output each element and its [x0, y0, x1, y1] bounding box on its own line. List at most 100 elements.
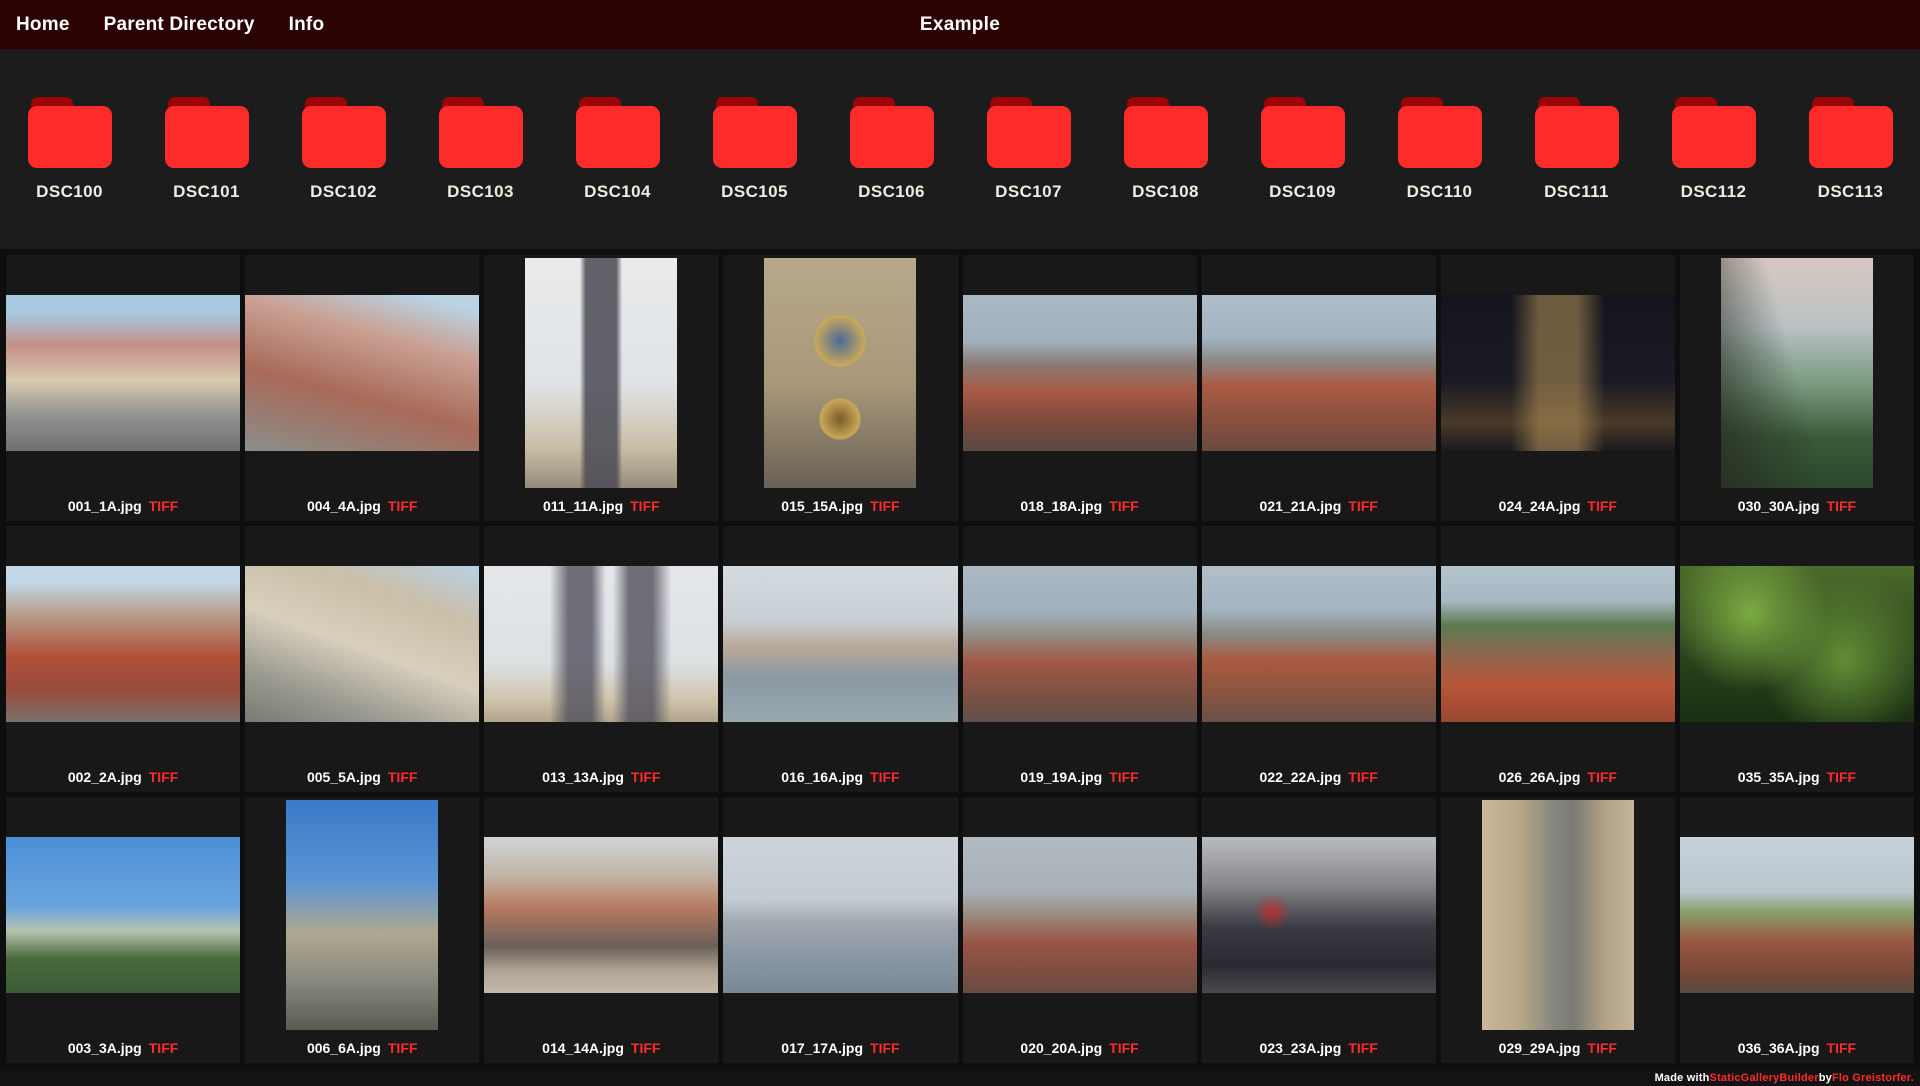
folder-item-dsc105[interactable]: DSC105 — [686, 96, 823, 202]
thumbnail-image[interactable] — [484, 837, 719, 993]
tiff-link[interactable]: TIFF — [631, 1040, 661, 1056]
tiff-link[interactable]: TIFF — [1109, 769, 1139, 785]
image-filename-link[interactable]: 029_29A.jpg — [1499, 1040, 1581, 1056]
image-filename-link[interactable]: 022_22A.jpg — [1260, 769, 1342, 785]
folder-item-dsc113[interactable]: DSC113 — [1782, 96, 1919, 202]
thumbnail-image[interactable] — [723, 566, 958, 722]
tiff-link[interactable]: TIFF — [1109, 1040, 1139, 1056]
thumbnail-cell: 011_11A.jpg TIFF — [484, 255, 719, 521]
thumbnail-image[interactable] — [1720, 258, 1873, 488]
tiff-link[interactable]: TIFF — [1587, 498, 1617, 514]
thumbnail-image[interactable] — [245, 566, 480, 722]
image-filename-link[interactable]: 016_16A.jpg — [781, 769, 863, 785]
folder-item-dsc112[interactable]: DSC112 — [1645, 96, 1782, 202]
tiff-link[interactable]: TIFF — [149, 769, 179, 785]
thumbnail-image[interactable] — [1201, 837, 1436, 993]
folder-icon — [438, 96, 523, 168]
thumbnail-image[interactable] — [6, 837, 241, 993]
thumbnail-image[interactable] — [962, 566, 1197, 722]
thumbnail-image[interactable] — [6, 566, 241, 722]
tiff-link[interactable]: TIFF — [870, 769, 900, 785]
folder-item-dsc100[interactable]: DSC100 — [1, 96, 138, 202]
thumbnail-image[interactable] — [1201, 295, 1436, 451]
tiff-link[interactable]: TIFF — [388, 769, 418, 785]
thumbnail-image[interactable] — [1481, 800, 1634, 1030]
image-filename-link[interactable]: 035_35A.jpg — [1738, 769, 1820, 785]
folder-item-dsc107[interactable]: DSC107 — [960, 96, 1097, 202]
tiff-link[interactable]: TIFF — [1109, 498, 1139, 514]
thumbnail-photo-area — [1679, 526, 1914, 762]
thumbnail-caption: 004_4A.jpg TIFF — [245, 491, 479, 521]
tiff-link[interactable]: TIFF — [1827, 769, 1857, 785]
tiff-link[interactable]: TIFF — [388, 1040, 418, 1056]
folder-icon — [849, 96, 934, 168]
image-filename-link[interactable]: 015_15A.jpg — [781, 498, 863, 514]
thumbnail-image[interactable] — [962, 295, 1197, 451]
image-filename-link[interactable]: 019_19A.jpg — [1020, 769, 1102, 785]
tiff-link[interactable]: TIFF — [631, 769, 661, 785]
image-filename-link[interactable]: 011_11A.jpg — [543, 498, 623, 514]
thumbnail-image[interactable] — [1201, 566, 1436, 722]
tiff-link[interactable]: TIFF — [149, 1040, 179, 1056]
image-filename-link[interactable]: 005_5A.jpg — [307, 769, 381, 785]
folder-item-dsc103[interactable]: DSC103 — [412, 96, 549, 202]
image-filename-link[interactable]: 013_13A.jpg — [542, 769, 624, 785]
thumbnail-photo-area — [6, 526, 241, 762]
image-filename-link[interactable]: 006_6A.jpg — [307, 1040, 381, 1056]
tiff-link[interactable]: TIFF — [1348, 769, 1378, 785]
image-filename-link[interactable]: 023_23A.jpg — [1260, 1040, 1342, 1056]
image-filename-link[interactable]: 003_3A.jpg — [68, 1040, 142, 1056]
tiff-link[interactable]: TIFF — [1348, 1040, 1378, 1056]
tiff-link[interactable]: TIFF — [1348, 498, 1378, 514]
thumbnail-image[interactable] — [764, 258, 917, 488]
nav-link-info[interactable]: Info — [289, 14, 325, 36]
nav-link-parent-directory[interactable]: Parent Directory — [104, 14, 255, 36]
folder-item-dsc106[interactable]: DSC106 — [823, 96, 960, 202]
image-filename-link[interactable]: 018_18A.jpg — [1020, 498, 1102, 514]
folder-item-dsc111[interactable]: DSC111 — [1508, 96, 1645, 202]
tiff-link[interactable]: TIFF — [149, 498, 179, 514]
tiff-link[interactable]: TIFF — [1827, 1040, 1857, 1056]
thumbnail-image[interactable] — [6, 295, 241, 451]
footer-author-link[interactable]: Flo Greistorfer. — [1832, 1072, 1914, 1084]
thumbnail-image[interactable] — [1440, 566, 1675, 722]
image-filename-link[interactable]: 030_30A.jpg — [1738, 498, 1820, 514]
folder-item-dsc110[interactable]: DSC110 — [1371, 96, 1508, 202]
thumbnail-image[interactable] — [286, 800, 439, 1030]
image-filename-link[interactable]: 036_36A.jpg — [1738, 1040, 1820, 1056]
thumbnail-image[interactable] — [723, 837, 958, 993]
nav-link-home[interactable]: Home — [16, 14, 70, 36]
thumbnail-image[interactable] — [245, 295, 480, 451]
image-filename-link[interactable]: 001_1A.jpg — [68, 498, 142, 514]
tiff-link[interactable]: TIFF — [870, 1040, 900, 1056]
tiff-link[interactable]: TIFF — [630, 498, 660, 514]
thumbnail-image[interactable] — [1440, 295, 1675, 451]
folder-item-dsc104[interactable]: DSC104 — [549, 96, 686, 202]
image-filename-link[interactable]: 002_2A.jpg — [68, 769, 142, 785]
folder-icon — [575, 96, 660, 168]
image-filename-link[interactable]: 014_14A.jpg — [542, 1040, 624, 1056]
thumbnail-image[interactable] — [962, 837, 1197, 993]
image-filename-link[interactable]: 017_17A.jpg — [781, 1040, 863, 1056]
tiff-link[interactable]: TIFF — [1587, 769, 1617, 785]
folder-item-dsc101[interactable]: DSC101 — [138, 96, 275, 202]
folder-item-dsc109[interactable]: DSC109 — [1234, 96, 1371, 202]
image-filename-link[interactable]: 020_20A.jpg — [1020, 1040, 1102, 1056]
image-filename-link[interactable]: 026_26A.jpg — [1499, 769, 1581, 785]
folder-item-dsc108[interactable]: DSC108 — [1097, 96, 1234, 202]
tiff-link[interactable]: TIFF — [1827, 498, 1857, 514]
folder-icon-body — [986, 105, 1071, 168]
thumbnail-image[interactable] — [484, 566, 719, 722]
image-filename-link[interactable]: 004_4A.jpg — [307, 498, 381, 514]
folder-item-dsc102[interactable]: DSC102 — [275, 96, 412, 202]
tiff-link[interactable]: TIFF — [1587, 1040, 1617, 1056]
footer-builder-link[interactable]: StaticGalleryBuilder — [1710, 1072, 1819, 1084]
tiff-link[interactable]: TIFF — [870, 498, 900, 514]
thumbnail-cell: 029_29A.jpg TIFF — [1440, 797, 1675, 1063]
image-filename-link[interactable]: 024_24A.jpg — [1499, 498, 1581, 514]
thumbnail-image[interactable] — [1679, 837, 1914, 993]
thumbnail-image[interactable] — [525, 258, 678, 488]
image-filename-link[interactable]: 021_21A.jpg — [1260, 498, 1342, 514]
tiff-link[interactable]: TIFF — [388, 498, 418, 514]
thumbnail-image[interactable] — [1679, 566, 1914, 722]
